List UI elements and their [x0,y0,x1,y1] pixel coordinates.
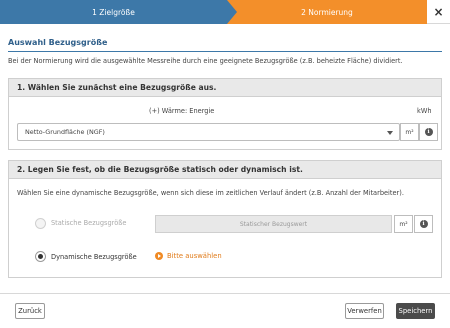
info-button[interactable]: i [419,123,438,141]
section-2-description: Wählen Sie eine dynamische Bezugsgröße, … [17,189,404,197]
close-button[interactable]: × [427,0,450,24]
dynamic-radio[interactable] [35,251,46,262]
static-radio-label: Statische Bezugsgröße [51,219,127,227]
info-icon: i [419,220,428,228]
reference-size-select[interactable]: Netto-Grundfläche (NGF) [17,123,400,141]
select-dynamic-label: Bitte auswählen [167,252,222,260]
step-2-label: 2 Normierung [301,7,353,17]
static-value-input[interactable]: Statischer Bezugswert [155,215,392,233]
section-1-title: 1. Wählen Sie zunächst eine Bezugsgröße … [9,79,441,97]
intro-text: Bei der Normierung wird die ausgewählte … [8,57,403,65]
save-button[interactable]: Speichern [396,303,435,319]
section-static-dynamic: 2. Legen Sie fest, ob die Bezugsgröße st… [8,160,442,278]
back-label: Zurück [18,307,42,315]
chevron-down-icon [387,131,393,135]
title-divider [8,51,442,52]
discard-button[interactable]: Verwerfen [345,303,384,319]
info-icon: i [424,128,433,136]
step-arrow-icon [227,0,237,24]
step-2-tab[interactable]: 2 Normierung [227,0,427,24]
dynamic-radio-label: Dynamische Bezugsgröße [51,253,137,261]
save-label: Speichern [398,307,433,315]
select-dynamic-link[interactable]: Bitte auswählen [155,252,222,260]
discard-label: Verwerfen [347,307,382,315]
play-circle-icon [155,252,163,260]
section-2-title: 2. Legen Sie fest, ob die Bezugsgröße st… [9,161,441,179]
section-reference-size: 1. Wählen Sie zunächst eine Bezugsgröße … [8,78,442,150]
reference-size-value: Netto-Grundfläche (NGF) [25,128,105,136]
static-radio[interactable] [35,218,46,229]
wizard-step-bar: 1 Zielgröße 2 Normierung × [0,0,450,24]
reference-unit: m² [405,128,414,136]
energy-unit: kWh [417,107,432,115]
static-unit-box: m² [394,215,413,233]
close-icon: × [433,5,444,19]
static-info-button[interactable]: i [414,215,433,233]
back-button[interactable]: Zurück [15,303,45,319]
step-1-tab[interactable]: 1 Zielgröße [0,0,227,24]
static-value-placeholder: Statischer Bezugswert [239,220,308,228]
step-1-label: 1 Zielgröße [92,7,135,17]
energy-label: (+) Wärme: Energie [149,107,215,115]
footer-divider [0,293,450,294]
page-title: Auswahl Bezugsgröße [8,38,108,47]
static-unit: m² [399,220,408,228]
reference-unit-box: m² [400,123,419,141]
